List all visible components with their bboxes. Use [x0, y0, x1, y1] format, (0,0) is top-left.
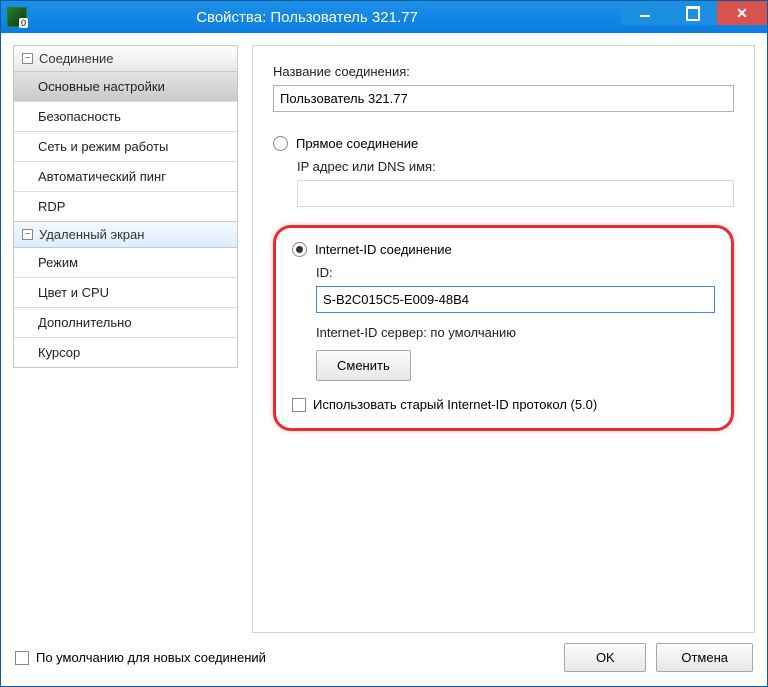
sidebar-items-remote-screen: Режим Цвет и CPU Дополнительно Курсор — [13, 248, 238, 368]
internet-id-fields: ID: Internet-ID сервер: по умолчанию Сме… — [292, 265, 715, 381]
old-protocol-row[interactable]: Использовать старый Internet-ID протокол… — [292, 397, 715, 412]
direct-connection-radio-row[interactable]: Прямое соединение — [273, 136, 734, 151]
change-server-button[interactable]: Сменить — [316, 350, 411, 381]
sidebar-items-connection: Основные настройки Безопасность Сеть и р… — [13, 72, 238, 222]
direct-connection-fields: IP адрес или DNS имя: — [273, 159, 734, 207]
sidebar-group-connection: − Соединение Основные настройки Безопасн… — [13, 45, 238, 222]
main-area: − Соединение Основные настройки Безопасн… — [13, 45, 755, 633]
internet-id-radio[interactable] — [292, 242, 307, 257]
app-icon — [7, 7, 27, 27]
default-connections-checkbox[interactable] — [15, 651, 29, 665]
ok-button[interactable]: OK — [564, 643, 646, 672]
sidebar-item-color-cpu[interactable]: Цвет и CPU — [14, 278, 237, 308]
internet-id-highlight-box: Internet-ID соединение ID: Internet-ID с… — [273, 225, 734, 431]
sidebar-item-mode[interactable]: Режим — [14, 248, 237, 278]
sidebar-item-security[interactable]: Безопасность — [14, 102, 237, 132]
internet-id-input[interactable] — [316, 286, 715, 313]
internet-id-label: Internet-ID соединение — [315, 242, 452, 257]
titlebar: Свойства: Пользователь 321.77 — [1, 1, 767, 33]
sidebar-group-remote-screen: − Удаленный экран Режим Цвет и CPU Допол… — [13, 222, 238, 368]
dialog-footer: По умолчанию для новых соединений OK Отм… — [13, 633, 755, 674]
collapse-icon[interactable]: − — [22, 229, 33, 240]
collapse-icon[interactable]: − — [22, 53, 33, 64]
ip-address-input[interactable] — [297, 180, 734, 207]
internet-id-radio-row[interactable]: Internet-ID соединение — [292, 242, 715, 257]
close-button[interactable] — [717, 1, 767, 25]
cancel-button[interactable]: Отмена — [656, 643, 753, 672]
window-controls — [621, 1, 767, 33]
sidebar-item-auto-ping[interactable]: Автоматический пинг — [14, 162, 237, 192]
connection-name-input[interactable] — [273, 85, 734, 112]
sidebar-item-rdp[interactable]: RDP — [14, 192, 237, 221]
sidebar-item-basic-settings[interactable]: Основные настройки — [14, 72, 237, 102]
properties-window: Свойства: Пользователь 321.77 − Соединен… — [0, 0, 768, 687]
minimize-button[interactable] — [621, 1, 669, 25]
window-title: Свойства: Пользователь 321.77 — [33, 9, 621, 26]
sidebar-group-label: Соединение — [39, 51, 114, 66]
sidebar-item-network-mode[interactable]: Сеть и режим работы — [14, 132, 237, 162]
direct-connection-label: Прямое соединение — [296, 136, 418, 151]
sidebar-item-cursor[interactable]: Курсор — [14, 338, 237, 367]
ip-address-label: IP адрес или DNS имя: — [297, 159, 734, 174]
internet-id-server-label: Internet-ID сервер: по умолчанию — [316, 325, 715, 340]
content-area: − Соединение Основные настройки Безопасн… — [1, 33, 767, 686]
sidebar-group-label: Удаленный экран — [39, 227, 144, 242]
sidebar-group-header-remote-screen[interactable]: − Удаленный экран — [13, 222, 238, 248]
direct-connection-radio[interactable] — [273, 136, 288, 151]
old-protocol-checkbox[interactable] — [292, 398, 306, 412]
settings-panel: Название соединения: Прямое соединение I… — [252, 45, 755, 633]
sidebar-item-additional[interactable]: Дополнительно — [14, 308, 237, 338]
sidebar: − Соединение Основные настройки Безопасн… — [13, 45, 238, 633]
default-connections-row[interactable]: По умолчанию для новых соединений — [15, 650, 266, 665]
connection-name-label: Название соединения: — [273, 64, 734, 79]
id-field-label: ID: — [316, 265, 715, 280]
default-connections-label: По умолчанию для новых соединений — [36, 650, 266, 665]
sidebar-group-header-connection[interactable]: − Соединение — [13, 45, 238, 72]
maximize-button[interactable] — [669, 1, 717, 25]
old-protocol-label: Использовать старый Internet-ID протокол… — [313, 397, 597, 412]
